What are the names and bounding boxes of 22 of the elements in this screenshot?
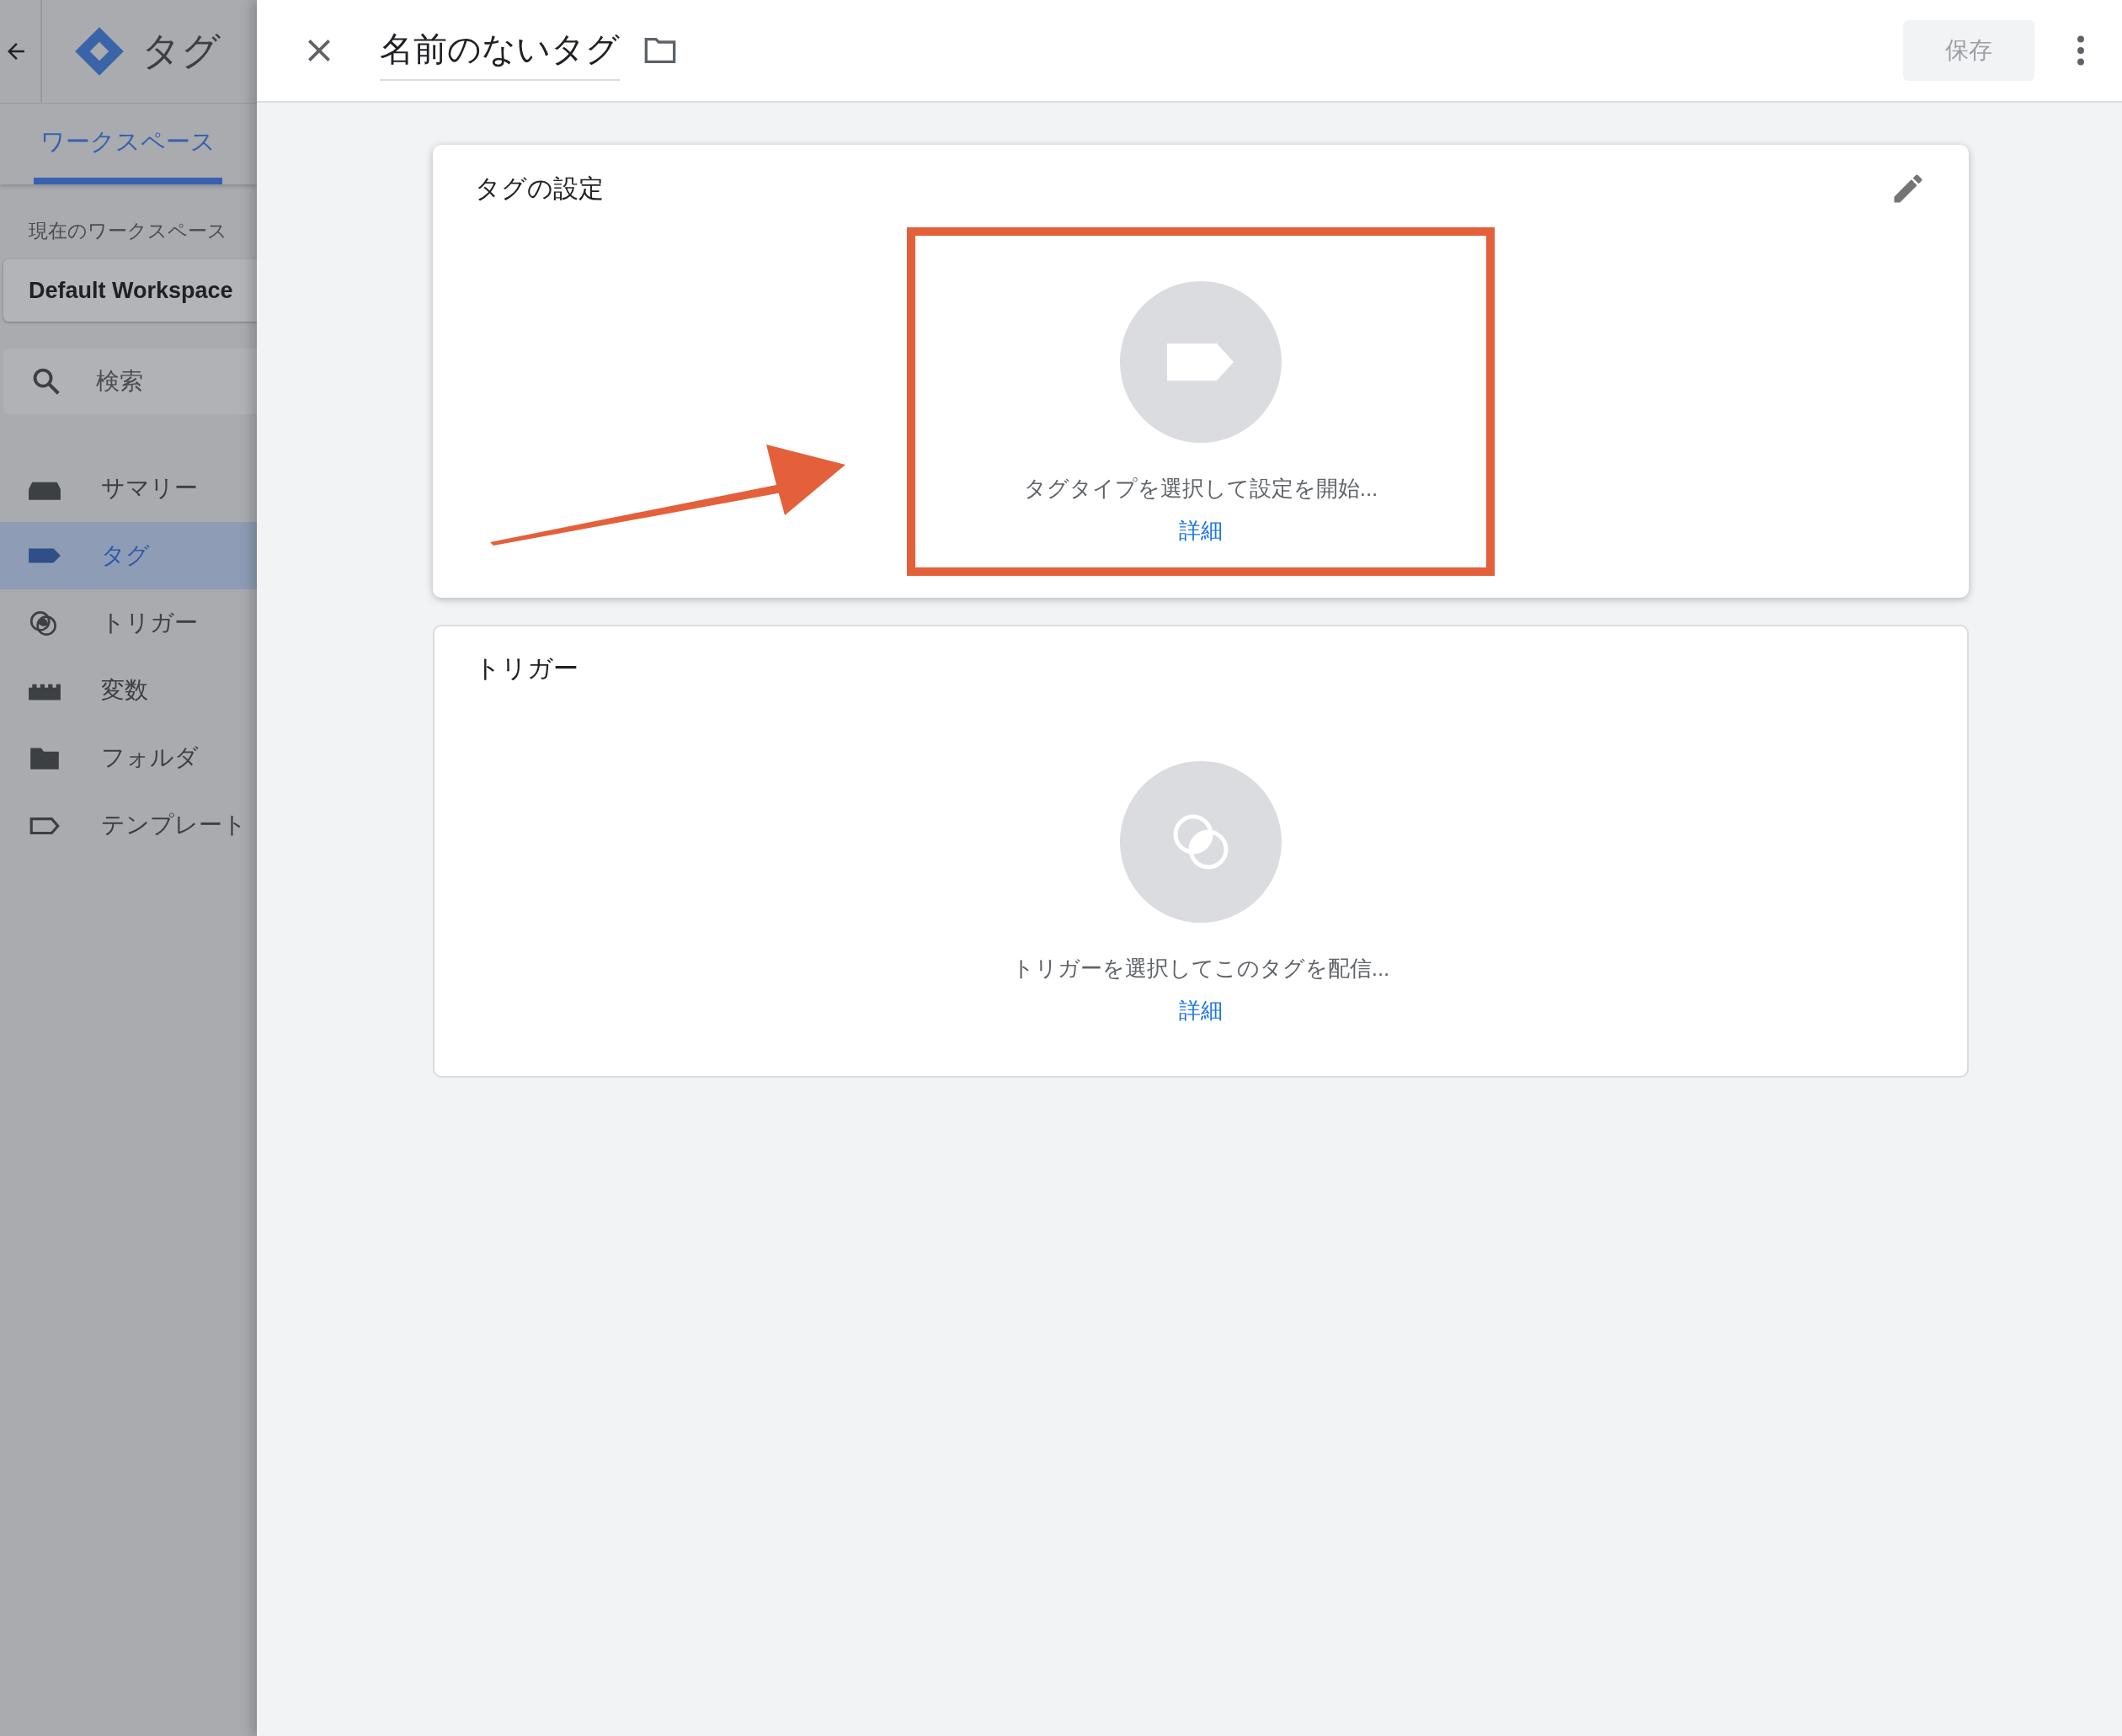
nav-item[interactable]: 変数 bbox=[0, 657, 257, 724]
tag-name-field[interactable]: 名前のないタグ bbox=[380, 20, 620, 81]
card-title: トリガー bbox=[475, 652, 579, 684]
nav-item[interactable]: サマリー bbox=[0, 455, 257, 522]
workspace-tab[interactable]: ワークスペース bbox=[34, 125, 222, 184]
learn-more-link[interactable]: 詳細 bbox=[1179, 515, 1223, 546]
folder-icon[interactable] bbox=[643, 36, 677, 65]
prompt-text: タグタイプを選択して設定を開始... bbox=[1023, 475, 1378, 503]
trigger-card[interactable]: トリガー トリガーを選択してこのタグを配信... 詳細 bbox=[433, 625, 1969, 1078]
card-title: タグの設定 bbox=[475, 173, 605, 204]
nav-item[interactable]: トリガー bbox=[0, 589, 257, 657]
product-title: タグ bbox=[141, 28, 221, 74]
more-options-icon[interactable] bbox=[2077, 35, 2085, 66]
learn-more-link[interactable]: 詳細 bbox=[1179, 995, 1223, 1025]
prompt-text: トリガーを選択してこのタグを配信... bbox=[1011, 955, 1390, 982]
workspace-selector[interactable]: Default Workspace bbox=[3, 259, 257, 322]
nav-item[interactable]: フォルダ bbox=[0, 724, 257, 791]
search-field[interactable]: 検索 bbox=[3, 349, 257, 414]
nav-item[interactable]: テンプレート bbox=[0, 791, 257, 859]
tag-config-card[interactable]: タグの設定 タグタイプを選択して設定を開始... 詳細 bbox=[433, 145, 1969, 598]
workspace-label: 現在のワークスペース bbox=[29, 219, 228, 243]
nav-item[interactable]: タグ bbox=[0, 522, 257, 589]
